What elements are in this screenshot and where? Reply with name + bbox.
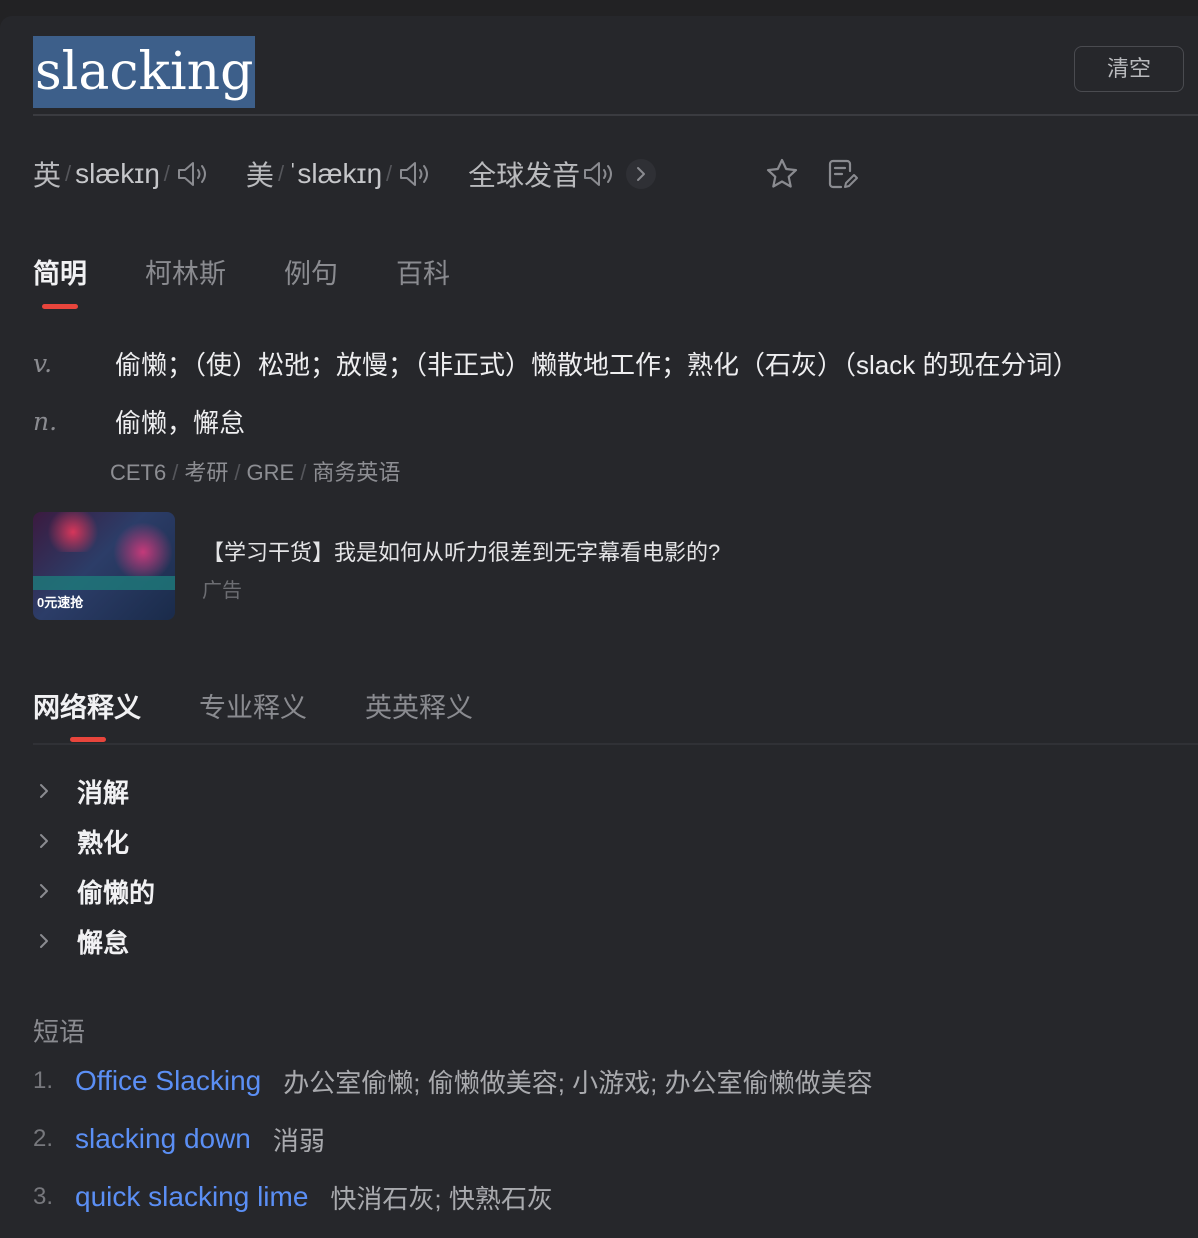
phrase-number: 2.	[33, 1125, 54, 1152]
separator: /	[163, 161, 170, 186]
phrase-link[interactable]: Office Slacking	[75, 1065, 261, 1097]
dictionary-tabs: 简明 柯林斯 例句 百科	[33, 252, 450, 312]
phrase-translation: 快消石灰; 快熟石灰	[330, 1183, 553, 1214]
web-meaning-list: 消解 熟化 偷懒的 懈怠	[33, 766, 155, 966]
exam-tag: CET6	[110, 460, 167, 485]
definition-text: 偷懒；（使）松弛；放慢；（非正式）懒散地工作；熟化（石灰）（slack 的现在分…	[115, 349, 1079, 380]
note-edit-icon[interactable]	[824, 156, 860, 192]
ad-thumbnail[interactable]: 0元速抢	[33, 512, 175, 620]
separator: /	[65, 161, 72, 186]
tab-label: 简明	[33, 259, 87, 289]
tab-collins[interactable]: 柯林斯	[145, 252, 226, 312]
phrase-number: 1.	[33, 1067, 54, 1094]
tab-label: 英英释义	[365, 693, 473, 723]
tab-label: 专业释义	[199, 693, 307, 723]
tab-label: 网络释义	[33, 693, 141, 723]
tab-concise[interactable]: 简明	[33, 252, 87, 312]
web-meaning-item[interactable]: 偷懒的	[33, 866, 155, 916]
ad-title[interactable]: 【学习干货】我是如何从听力很差到无字幕看电影的?	[202, 535, 720, 567]
separator: /	[277, 161, 285, 186]
search-input[interactable]: slacking	[33, 36, 256, 108]
us-label: 美	[245, 160, 274, 191]
active-tab-indicator	[70, 737, 106, 742]
phrase-link[interactable]: quick slacking lime	[75, 1181, 308, 1213]
phrase-list: 1. Office Slacking 办公室偷懒; 偷懒做美容; 小游戏; 办公…	[33, 1052, 873, 1226]
search-divider	[33, 114, 1198, 116]
meaning-tabs-divider	[33, 743, 1198, 745]
tab-label: 百科	[396, 259, 450, 289]
uk-phonetic: slækɪŋ	[75, 158, 160, 189]
phrase-translation: 消弱	[272, 1125, 325, 1156]
tab-encyclopedia[interactable]: 百科	[396, 252, 450, 312]
definition-row: v. 偷懒；（使）松弛；放慢；（非正式）懒散地工作；熟化（石灰）（slack 的…	[33, 334, 1078, 392]
part-of-speech: v.	[33, 348, 53, 378]
global-pronunciation-label[interactable]: 全球发音	[468, 154, 580, 194]
active-tab-indicator	[42, 304, 78, 309]
phrase-item: 2. slacking down 消弱	[33, 1110, 873, 1168]
phrases-heading: 短语	[33, 1017, 86, 1047]
speaker-icon[interactable]	[176, 159, 210, 189]
ad-label: 广告	[202, 580, 242, 602]
ad-thumbnail-text: 0元速抢	[37, 595, 84, 610]
web-meaning-item[interactable]: 懈怠	[33, 916, 155, 966]
web-meaning-text: 懈怠	[77, 927, 130, 958]
web-meaning-text: 偷懒的	[77, 877, 156, 908]
word-tools	[764, 156, 860, 192]
definition-text: 偷懒，懈怠	[115, 407, 246, 438]
meaning-tabs: 网络释义 专业释义 英英释义	[33, 686, 473, 742]
us-phonetic: ˈslækɪŋ	[288, 158, 383, 189]
uk-label: 英	[33, 160, 62, 191]
exam-tag: 商务英语	[312, 460, 401, 485]
clear-button[interactable]: 清空	[1074, 46, 1184, 92]
tab-label: 例句	[284, 259, 338, 289]
phrase-translation: 办公室偷懒; 偷懒做美容; 小游戏; 办公室偷懒做美容	[283, 1067, 873, 1098]
exam-tag: 考研	[184, 460, 229, 485]
chevron-right-icon	[40, 934, 48, 948]
chevron-right-icon	[40, 884, 48, 898]
speaker-icon[interactable]	[398, 159, 432, 189]
separator: /	[172, 460, 179, 485]
phrase-item: 1. Office Slacking 办公室偷懒; 偷懒做美容; 小游戏; 办公…	[33, 1052, 873, 1110]
separator: /	[386, 161, 393, 186]
phrase-number: 3.	[33, 1183, 54, 1210]
chevron-right-icon	[637, 167, 646, 181]
chevron-right-icon	[40, 834, 48, 848]
web-meaning-item[interactable]: 消解	[33, 766, 155, 816]
exam-tags: CET6/考研 / GRE / 商务英语	[110, 455, 400, 487]
tab-label: 柯林斯	[145, 259, 226, 289]
exam-tag: GRE	[246, 460, 295, 485]
web-meaning-item[interactable]: 熟化	[33, 816, 155, 866]
web-meaning-text: 熟化	[77, 827, 130, 858]
tab-english-meaning[interactable]: 英英释义	[365, 686, 473, 725]
tab-examples[interactable]: 例句	[284, 252, 338, 312]
tab-professional-meaning[interactable]: 专业释义	[199, 686, 307, 725]
chevron-right-icon	[40, 784, 48, 798]
expand-global-button[interactable]	[626, 159, 657, 189]
separator: /	[300, 460, 307, 485]
separator: /	[234, 460, 241, 485]
pronunciation-row: 英 / slækɪŋ / 美 / ˈslækɪŋ / 全球发音	[33, 150, 657, 198]
definition-list: v. 偷懒；（使）松弛；放慢；（非正式）懒散地工作；熟化（石灰）（slack 的…	[33, 334, 1078, 450]
speaker-icon[interactable]	[582, 159, 616, 189]
phrase-item: 3. quick slacking lime 快消石灰; 快熟石灰	[33, 1168, 873, 1226]
star-icon[interactable]	[764, 156, 800, 192]
definition-row: n. 偷懒，懈怠	[33, 392, 1078, 450]
search-row: slacking 清空	[33, 36, 1198, 116]
tab-web-meaning[interactable]: 网络释义	[33, 686, 141, 742]
part-of-speech: n.	[33, 406, 58, 436]
web-meaning-text: 消解	[77, 777, 130, 808]
phrase-link[interactable]: slacking down	[75, 1123, 251, 1155]
